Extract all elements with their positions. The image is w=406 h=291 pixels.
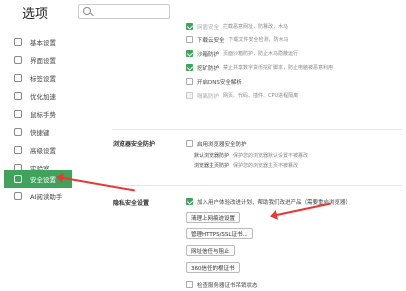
homepage-protection: 浏览器主页防护 保护您的浏览器主页不被篡改 xyxy=(194,162,298,169)
check-download-cloud[interactable]: 下载云安全 下载文件安全检测，防木马 xyxy=(186,35,289,44)
search-input[interactable] xyxy=(78,4,170,19)
check-label: 挖矿防护 xyxy=(197,65,220,72)
check-desc: 网页、代码、插件、CPU进程隔离 xyxy=(223,93,299,99)
top-bar: 选项 xyxy=(0,0,406,22)
sidebar-item-label: 鼠标手势 xyxy=(30,111,56,119)
sidebar-item-label: 基本设置 xyxy=(30,39,56,47)
sidebar: 基本设置 界面设置 标签设置 优化加速 鼠标手势 快捷键 高级设置 实验室 安全… xyxy=(0,30,95,291)
checkbox[interactable] xyxy=(186,281,193,288)
sub-label: 默认浏览器防护 xyxy=(194,153,230,159)
shield-icon xyxy=(14,175,22,183)
divider xyxy=(112,129,402,130)
sub-label: 浏览器主页防护 xyxy=(194,163,230,169)
default-browser-protection: 默认浏览器防护 保护您的浏览器默认设置不被篡改 xyxy=(194,152,308,159)
search-icon xyxy=(83,7,91,15)
check-desc: 下载文件安全检测，防木马 xyxy=(228,37,289,43)
mouse-icon xyxy=(14,110,22,118)
sub-desc: 保护您的浏览器主页不被篡改 xyxy=(233,163,299,169)
check-dns[interactable]: 开启DNS安全解析 xyxy=(186,77,242,86)
divider xyxy=(112,185,402,186)
check-desc: 拦截恶意网址，防篡改，木马 xyxy=(223,24,289,30)
check-mining[interactable]: 挖矿防护 禁止共享数字货币挖矿脚本，防止电脑被恶意利用 xyxy=(186,63,333,72)
check-cert-revocation[interactable]: 检查服务器证书吊销状态 xyxy=(186,280,258,289)
sidebar-item-label: 安全设置 xyxy=(30,176,56,184)
manage-ssl-cert-button[interactable]: 管理HTTPS/SSL证书... xyxy=(186,228,253,239)
sidebar-item-mouse-gesture[interactable]: 鼠标手势 xyxy=(0,105,95,123)
check-desc: 页面沙箱防护，防止木马隐蔽运行 xyxy=(223,51,299,57)
sidebar-item-label: 快捷键 xyxy=(30,129,50,137)
checkbox[interactable] xyxy=(186,23,193,30)
sidebar-item-label: 优化加速 xyxy=(30,93,56,101)
basic-settings-icon xyxy=(14,38,22,46)
sidebar-item-optimize[interactable]: 优化加速 xyxy=(0,87,95,105)
sidebar-item-basic[interactable]: 基本设置 xyxy=(0,33,95,51)
sidebar-item-label: 界面设置 xyxy=(30,57,56,65)
sidebar-item-ai-reader[interactable]: AI阅读助手 xyxy=(0,187,95,205)
check-label: 下载云安全 xyxy=(197,37,225,44)
check-label: 隔离防护 xyxy=(197,93,220,100)
checkbox[interactable] xyxy=(186,198,193,205)
sidebar-item-ui[interactable]: 界面设置 xyxy=(0,51,95,69)
check-label: 启用浏览器安全防护 xyxy=(197,141,247,148)
check-sandbox[interactable]: 沙箱防护 页面沙箱防护，防止木马隐蔽运行 xyxy=(186,49,298,58)
sidebar-item-advanced[interactable]: 高级设置 xyxy=(0,141,95,159)
sidebar-item-label: 标签设置 xyxy=(30,75,56,83)
check-browser-protection[interactable]: 启用浏览器安全防护 xyxy=(186,139,247,148)
check-label: 沙箱防护 xyxy=(197,51,220,58)
sub-desc: 保护您的浏览器默认设置不被篡改 xyxy=(233,153,309,159)
privacy-section-label: 隐私安全设置 xyxy=(113,200,150,207)
sidebar-item-label: 高级设置 xyxy=(30,147,56,155)
check-desc: 禁止共享数字货币挖矿脚本，防止电脑被恶意利用 xyxy=(223,65,334,71)
advanced-settings-icon xyxy=(14,146,22,154)
sidebar-item-shortcuts[interactable]: 快捷键 xyxy=(0,123,95,141)
trusted-root-cert-button[interactable]: 360信任的根证书 xyxy=(186,262,240,273)
check-label: 网盾安全 xyxy=(197,24,220,31)
check-web-shield[interactable]: 网盾安全 拦截恶意网址，防篡改，木马 xyxy=(186,22,288,31)
tab-settings-icon xyxy=(14,74,22,82)
rocket-icon xyxy=(14,92,22,100)
site-trust-block-button[interactable]: 网址信任与阻止 xyxy=(186,245,235,256)
checkbox[interactable] xyxy=(186,36,193,43)
browser-protection-label: 浏览器安全防护 xyxy=(113,141,156,148)
check-isolation[interactable]: 隔离防护 网页、代码、插件、CPU进程隔离 xyxy=(186,91,298,100)
clear-traces-settings-button[interactable]: 清理上网痕迹设置 xyxy=(186,212,241,223)
checkbox[interactable] xyxy=(186,78,193,85)
check-label: 检查服务器证书吊销状态 xyxy=(197,282,258,289)
sidebar-item-label: AI阅读助手 xyxy=(30,193,63,201)
sidebar-item-tabs[interactable]: 标签设置 xyxy=(0,69,95,87)
ui-settings-icon xyxy=(14,56,22,64)
keyboard-icon xyxy=(14,128,22,136)
check-label: 开启DNS安全解析 xyxy=(197,79,242,86)
checkbox[interactable] xyxy=(186,92,193,99)
page-title: 选项 xyxy=(22,7,49,22)
checkbox[interactable] xyxy=(186,50,193,57)
checkbox[interactable] xyxy=(186,64,193,71)
ai-icon xyxy=(14,192,22,200)
checkbox[interactable] xyxy=(186,140,193,147)
